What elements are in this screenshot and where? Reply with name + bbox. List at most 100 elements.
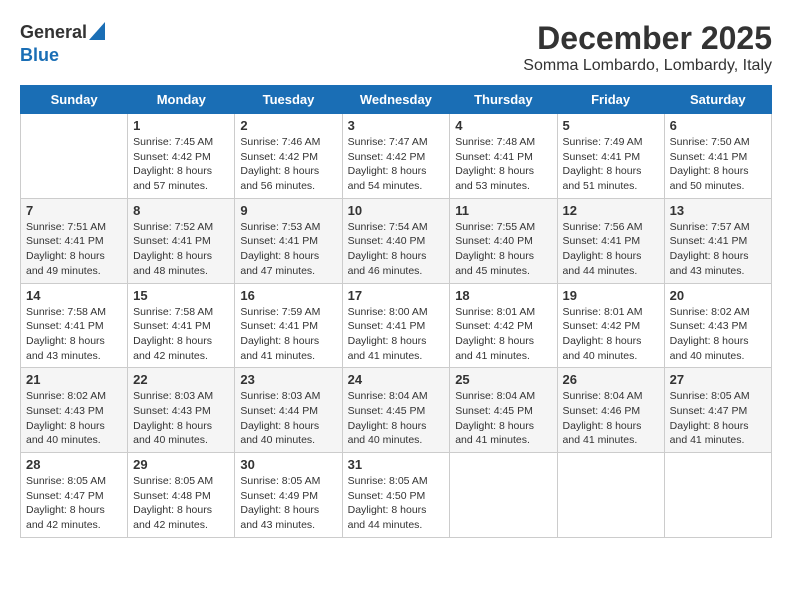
calendar-cell: 4 Sunrise: 7:48 AMSunset: 4:41 PMDaylight… bbox=[450, 114, 557, 199]
day-number: 24 bbox=[348, 372, 445, 387]
col-thursday: Thursday bbox=[450, 86, 557, 114]
day-info: Sunrise: 7:59 AMSunset: 4:41 PMDaylight:… bbox=[240, 305, 336, 364]
day-info: Sunrise: 8:03 AMSunset: 4:43 PMDaylight:… bbox=[133, 389, 229, 448]
day-info: Sunrise: 8:01 AMSunset: 4:42 PMDaylight:… bbox=[563, 305, 659, 364]
day-number: 5 bbox=[563, 118, 659, 133]
calendar-cell bbox=[557, 453, 664, 538]
day-info: Sunrise: 7:58 AMSunset: 4:41 PMDaylight:… bbox=[133, 305, 229, 364]
day-number: 6 bbox=[670, 118, 766, 133]
day-number: 4 bbox=[455, 118, 551, 133]
calendar-cell: 14 Sunrise: 7:58 AMSunset: 4:41 PMDayligh… bbox=[21, 283, 128, 368]
logo-icon bbox=[89, 22, 105, 45]
calendar-week-4: 21Sunrise: 8:02 AMSunset: 4:43 PMDayligh… bbox=[21, 368, 772, 453]
day-number: 12 bbox=[563, 203, 659, 218]
day-info: Sunrise: 8:05 AMSunset: 4:49 PMDaylight:… bbox=[240, 474, 336, 533]
calendar-cell: 28Sunrise: 8:05 AMSunset: 4:47 PMDayligh… bbox=[21, 453, 128, 538]
calendar-cell: 21Sunrise: 8:02 AMSunset: 4:43 PMDayligh… bbox=[21, 368, 128, 453]
calendar-cell: 10Sunrise: 7:54 AMSunset: 4:40 PMDayligh… bbox=[342, 198, 450, 283]
title-section: December 2025 Somma Lombardo, Lombardy, … bbox=[523, 20, 772, 75]
calendar-cell: 2 Sunrise: 7:46 AMSunset: 4:42 PMDaylight… bbox=[235, 114, 342, 199]
calendar-cell: 12 Sunrise: 7:56 AMSunset: 4:41 PMDayligh… bbox=[557, 198, 664, 283]
day-info: Sunrise: 8:00 AMSunset: 4:41 PMDaylight:… bbox=[348, 305, 445, 364]
calendar-week-3: 14 Sunrise: 7:58 AMSunset: 4:41 PMDayligh… bbox=[21, 283, 772, 368]
logo-text: General Blue bbox=[20, 20, 105, 66]
calendar-cell: 7 Sunrise: 7:51 AMSunset: 4:41 PMDaylight… bbox=[21, 198, 128, 283]
day-info: Sunrise: 8:02 AMSunset: 4:43 PMDaylight:… bbox=[670, 305, 766, 364]
day-number: 14 bbox=[26, 288, 122, 303]
day-number: 2 bbox=[240, 118, 336, 133]
logo-blue: Blue bbox=[20, 45, 105, 66]
day-info: Sunrise: 7:49 AMSunset: 4:41 PMDaylight:… bbox=[563, 135, 659, 194]
day-number: 28 bbox=[26, 457, 122, 472]
calendar-cell: 19Sunrise: 8:01 AMSunset: 4:42 PMDayligh… bbox=[557, 283, 664, 368]
day-info: Sunrise: 7:54 AMSunset: 4:40 PMDaylight:… bbox=[348, 220, 445, 279]
calendar-cell: 8 Sunrise: 7:52 AMSunset: 4:41 PMDaylight… bbox=[128, 198, 235, 283]
calendar-week-2: 7 Sunrise: 7:51 AMSunset: 4:41 PMDaylight… bbox=[21, 198, 772, 283]
calendar-cell: 27 Sunrise: 8:05 AMSunset: 4:47 PMDayligh… bbox=[664, 368, 771, 453]
logo: General Blue bbox=[20, 20, 105, 66]
calendar-week-5: 28Sunrise: 8:05 AMSunset: 4:47 PMDayligh… bbox=[21, 453, 772, 538]
day-number: 8 bbox=[133, 203, 229, 218]
calendar-cell: 22 Sunrise: 8:03 AMSunset: 4:43 PMDayligh… bbox=[128, 368, 235, 453]
calendar-cell: 6 Sunrise: 7:50 AMSunset: 4:41 PMDaylight… bbox=[664, 114, 771, 199]
day-info: Sunrise: 8:04 AMSunset: 4:45 PMDaylight:… bbox=[455, 389, 551, 448]
calendar-cell: 11 Sunrise: 7:55 AMSunset: 4:40 PMDayligh… bbox=[450, 198, 557, 283]
day-number: 3 bbox=[348, 118, 445, 133]
calendar-cell: 26 Sunrise: 8:04 AMSunset: 4:46 PMDayligh… bbox=[557, 368, 664, 453]
day-number: 15 bbox=[133, 288, 229, 303]
day-info: Sunrise: 8:05 AMSunset: 4:48 PMDaylight:… bbox=[133, 474, 229, 533]
day-info: Sunrise: 7:51 AMSunset: 4:41 PMDaylight:… bbox=[26, 220, 122, 279]
calendar-cell: 9Sunrise: 7:53 AMSunset: 4:41 PMDaylight… bbox=[235, 198, 342, 283]
day-info: Sunrise: 8:05 AMSunset: 4:50 PMDaylight:… bbox=[348, 474, 445, 533]
day-info: Sunrise: 8:04 AMSunset: 4:46 PMDaylight:… bbox=[563, 389, 659, 448]
col-monday: Monday bbox=[128, 86, 235, 114]
calendar-cell: 30 Sunrise: 8:05 AMSunset: 4:49 PMDayligh… bbox=[235, 453, 342, 538]
day-info: Sunrise: 8:03 AMSunset: 4:44 PMDaylight:… bbox=[240, 389, 336, 448]
day-number: 1 bbox=[133, 118, 229, 133]
day-info: Sunrise: 8:02 AMSunset: 4:43 PMDaylight:… bbox=[26, 389, 122, 448]
day-number: 7 bbox=[26, 203, 122, 218]
day-number: 25 bbox=[455, 372, 551, 387]
day-number: 18 bbox=[455, 288, 551, 303]
header: General Blue December 2025 Somma Lombard… bbox=[20, 20, 772, 75]
day-info: Sunrise: 7:46 AMSunset: 4:42 PMDaylight:… bbox=[240, 135, 336, 194]
location-title: Somma Lombardo, Lombardy, Italy bbox=[523, 57, 772, 75]
day-number: 27 bbox=[670, 372, 766, 387]
calendar-cell: 29 Sunrise: 8:05 AMSunset: 4:48 PMDayligh… bbox=[128, 453, 235, 538]
day-info: Sunrise: 7:55 AMSunset: 4:40 PMDaylight:… bbox=[455, 220, 551, 279]
day-info: Sunrise: 7:57 AMSunset: 4:41 PMDaylight:… bbox=[670, 220, 766, 279]
calendar-cell: 23 Sunrise: 8:03 AMSunset: 4:44 PMDayligh… bbox=[235, 368, 342, 453]
day-number: 23 bbox=[240, 372, 336, 387]
calendar-cell: 20 Sunrise: 8:02 AMSunset: 4:43 PMDayligh… bbox=[664, 283, 771, 368]
day-number: 30 bbox=[240, 457, 336, 472]
day-info: Sunrise: 7:50 AMSunset: 4:41 PMDaylight:… bbox=[670, 135, 766, 194]
day-info: Sunrise: 7:53 AMSunset: 4:41 PMDaylight:… bbox=[240, 220, 336, 279]
day-info: Sunrise: 7:52 AMSunset: 4:41 PMDaylight:… bbox=[133, 220, 229, 279]
calendar-table: Sunday Monday Tuesday Wednesday Thursday… bbox=[20, 85, 772, 538]
day-number: 22 bbox=[133, 372, 229, 387]
col-friday: Friday bbox=[557, 86, 664, 114]
day-info: Sunrise: 7:56 AMSunset: 4:41 PMDaylight:… bbox=[563, 220, 659, 279]
day-number: 17 bbox=[348, 288, 445, 303]
calendar-cell: 5 Sunrise: 7:49 AMSunset: 4:41 PMDaylight… bbox=[557, 114, 664, 199]
day-number: 29 bbox=[133, 457, 229, 472]
day-number: 26 bbox=[563, 372, 659, 387]
col-sunday: Sunday bbox=[21, 86, 128, 114]
col-saturday: Saturday bbox=[664, 86, 771, 114]
day-number: 16 bbox=[240, 288, 336, 303]
calendar-week-1: 1Sunrise: 7:45 AMSunset: 4:42 PMDaylight… bbox=[21, 114, 772, 199]
calendar-cell: 13Sunrise: 7:57 AMSunset: 4:41 PMDayligh… bbox=[664, 198, 771, 283]
calendar-cell: 17 Sunrise: 8:00 AMSunset: 4:41 PMDayligh… bbox=[342, 283, 450, 368]
logo-general: General bbox=[20, 22, 87, 43]
day-number: 31 bbox=[348, 457, 445, 472]
calendar-cell: 18Sunrise: 8:01 AMSunset: 4:42 PMDayligh… bbox=[450, 283, 557, 368]
calendar-cell: 31 Sunrise: 8:05 AMSunset: 4:50 PMDayligh… bbox=[342, 453, 450, 538]
day-number: 11 bbox=[455, 203, 551, 218]
day-number: 20 bbox=[670, 288, 766, 303]
calendar-cell bbox=[450, 453, 557, 538]
calendar-cell bbox=[664, 453, 771, 538]
day-info: Sunrise: 7:48 AMSunset: 4:41 PMDaylight:… bbox=[455, 135, 551, 194]
header-row: Sunday Monday Tuesday Wednesday Thursday… bbox=[21, 86, 772, 114]
day-info: Sunrise: 7:58 AMSunset: 4:41 PMDaylight:… bbox=[26, 305, 122, 364]
day-info: Sunrise: 8:05 AMSunset: 4:47 PMDaylight:… bbox=[670, 389, 766, 448]
